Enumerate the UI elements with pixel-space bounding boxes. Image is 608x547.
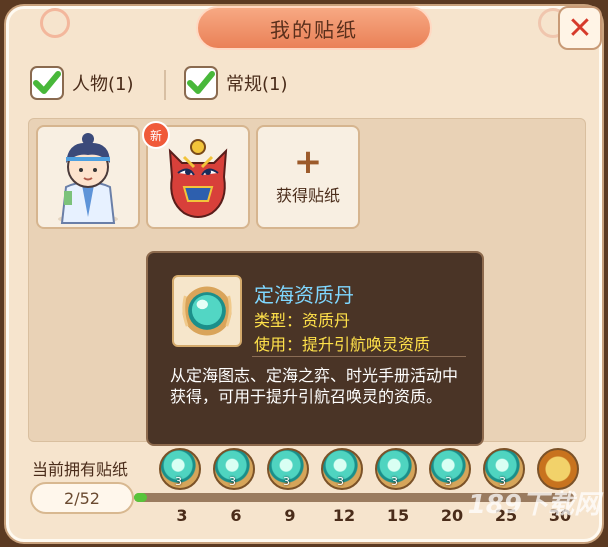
- character-sticker-icon: [58, 133, 118, 224]
- filter-label: 人物(1): [72, 74, 134, 95]
- get-sticker-button[interactable]: + 获得贴纸: [256, 125, 360, 229]
- milestone-label: 6: [230, 506, 242, 525]
- milestone-label: 3: [176, 506, 188, 525]
- pearl-medallion-icon: 3: [375, 448, 417, 490]
- milestone-reward[interactable]: 3: [375, 448, 421, 498]
- item-tooltip: 定海资质丹 类型：资质丹 使用：提升引航唤灵资质 从定海图志、定海之弈、时光手册…: [146, 251, 484, 446]
- watermark: 189下载网: [467, 490, 600, 520]
- item-type: 类型：资质丹: [254, 311, 351, 330]
- pearl-medallion-icon: 3: [267, 448, 309, 490]
- filter-character[interactable]: 人物(1): [30, 66, 134, 100]
- character-checkbox[interactable]: [30, 66, 64, 100]
- plus-icon: +: [293, 142, 323, 182]
- milestone-label: 12: [332, 506, 356, 525]
- title-banner: 我的贴纸: [196, 6, 432, 50]
- milestone-reward[interactable]: 3: [213, 448, 259, 498]
- progress-label: 当前拥有贴纸: [32, 460, 129, 479]
- close-button[interactable]: ✕: [558, 6, 602, 50]
- new-badge: 新: [142, 121, 170, 149]
- reward-count: 3: [391, 475, 398, 488]
- filter-regular[interactable]: 常规(1): [184, 66, 288, 100]
- tooltip-divider: [252, 356, 466, 357]
- sticker-slot-character[interactable]: [36, 125, 140, 229]
- progress-fill: [134, 493, 148, 502]
- check-icon: [187, 71, 215, 94]
- pearl-medallion-icon: 3: [159, 448, 201, 490]
- pearl-pill-icon: [182, 286, 232, 336]
- regular-checkbox[interactable]: [184, 66, 218, 100]
- item-icon-frame: [172, 275, 242, 347]
- item-usage: 使用：提升引航唤灵资质: [254, 335, 431, 354]
- swirl-ornament-icon: [40, 8, 70, 38]
- page-title: 我的贴纸: [270, 17, 358, 42]
- reward-count: 3: [283, 475, 290, 488]
- close-icon: ✕: [567, 10, 593, 46]
- filter-divider: [164, 70, 166, 100]
- sticker-count: 2/52: [30, 482, 134, 514]
- reward-count: 3: [337, 475, 344, 488]
- milestone-reward[interactable]: 3: [159, 448, 205, 498]
- milestone-reward[interactable]: 3: [321, 448, 367, 498]
- get-sticker-label: 获得贴纸: [275, 186, 340, 205]
- pearl-medallion-icon: 3: [429, 448, 471, 490]
- milestone-label: 15: [386, 506, 410, 525]
- milestone-label: 9: [284, 506, 296, 525]
- milestone-reward[interactable]: 3: [267, 448, 313, 498]
- sticker-slot-mask[interactable]: 新: [142, 121, 250, 229]
- pearl-medallion-icon: 3: [213, 448, 255, 490]
- reward-count: 3: [229, 475, 236, 488]
- reward-count: 3: [445, 475, 452, 488]
- reward-count: 3: [175, 475, 182, 488]
- item-description: 从定海图志、定海之弈、时光手册活动中获得，可用于提升引航召唤灵的资质。: [170, 366, 459, 406]
- filter-label: 常规(1): [226, 74, 288, 95]
- check-icon: [33, 71, 61, 94]
- pearl-medallion-icon: 3: [321, 448, 363, 490]
- item-name: 定海资质丹: [254, 283, 354, 307]
